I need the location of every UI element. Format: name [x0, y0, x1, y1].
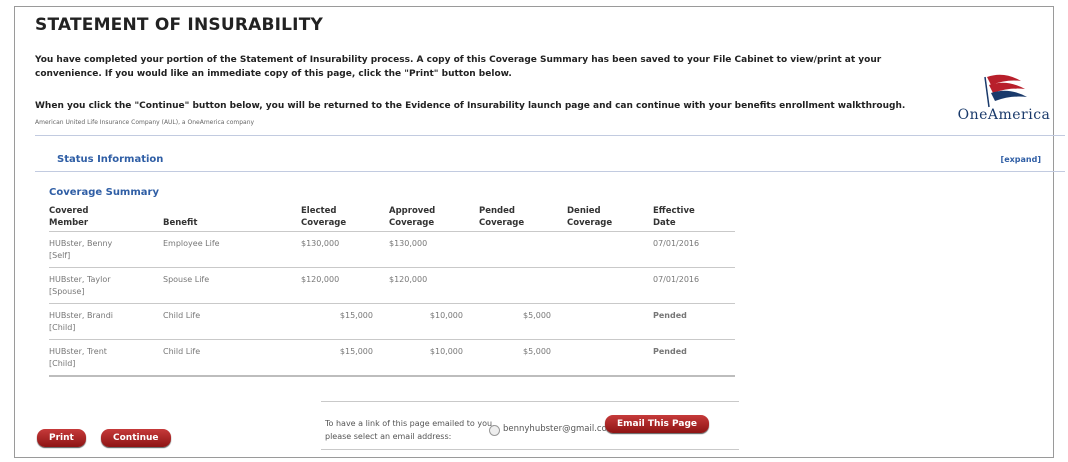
table-header-row: Covered Member Benefit Elected Coverage Ap… [49, 201, 735, 232]
print-button[interactable]: Print [37, 429, 86, 447]
header-denied-coverage: Denied Coverage [567, 201, 653, 232]
continue-info-text: When you click the "Continue" button bel… [35, 101, 906, 111]
header-approved-coverage: Approved Coverage [389, 201, 479, 232]
pended-cell [479, 267, 567, 304]
benefit-cell: Child Life [163, 303, 301, 340]
table-row: HUBster, Trent [Child] Child Life $15,000… [49, 339, 735, 377]
header-elected-coverage: Elected Coverage [301, 201, 389, 232]
member-cell: HUBster, Trent [Child] [49, 339, 163, 377]
table-row: HUBster, Brandi [Child] Child Life $15,00… [49, 303, 735, 340]
elected-cell: $15,000 [301, 339, 389, 377]
member-cell: HUBster, Taylor [Spouse] [49, 267, 163, 304]
company-note: American United Life Insurance Company (… [35, 119, 255, 126]
pended-cell [479, 231, 567, 268]
email-address-option[interactable]: bennyhubster@gmail.com [503, 424, 615, 434]
header-covered-member: Covered Member [49, 201, 163, 232]
denied-cell [567, 231, 653, 268]
effective-status-pended: Pended [653, 339, 735, 377]
header-effective-date: Effective Date [653, 201, 735, 232]
denied-cell [567, 303, 653, 340]
member-cell: HUBster, Brandi [Child] [49, 303, 163, 340]
expand-link[interactable]: [expand] [1001, 155, 1041, 164]
pended-cell: $5,000 [479, 339, 567, 377]
elected-cell: $15,000 [301, 303, 389, 340]
pended-cell: $5,000 [479, 303, 567, 340]
email-area-bottom-border [321, 449, 739, 450]
continue-button[interactable]: Continue [101, 429, 171, 447]
denied-cell [567, 267, 653, 304]
status-information-header: Status Information [57, 154, 164, 165]
elected-cell: $120,000 [301, 267, 389, 304]
effective-cell: 07/01/2016 [653, 267, 735, 304]
divider [35, 135, 1065, 136]
approved-cell: $130,000 [389, 231, 479, 268]
flag-icon [984, 74, 1027, 108]
email-this-page-button[interactable]: Email This Page [605, 415, 709, 433]
approved-cell: $10,000 [389, 339, 479, 377]
benefit-cell: Spouse Life [163, 267, 301, 304]
email-radio-button[interactable] [489, 425, 500, 436]
elected-cell: $130,000 [301, 231, 389, 268]
coverage-summary-title: Coverage Summary [49, 187, 159, 198]
page-title: STATEMENT OF INSURABILITY [35, 15, 324, 35]
content-frame: STATEMENT OF INSURABILITY You have compl… [14, 6, 1065, 458]
table-row: HUBster, Benny [Self] Employee Life $130,… [49, 231, 735, 268]
email-instructions: To have a link of this page emailed to y… [325, 419, 495, 441]
header-benefit: Benefit [163, 201, 301, 232]
header-pended-coverage: Pended Coverage [479, 201, 567, 232]
divider [35, 171, 1065, 172]
table-row: HUBster, Taylor [Spouse] Spouse Life $120… [49, 267, 735, 304]
approved-cell: $120,000 [389, 267, 479, 304]
email-area-top-border [321, 401, 739, 402]
effective-status-pended: Pended [653, 303, 735, 340]
benefit-cell: Employee Life [163, 231, 301, 268]
logo-text: OneAmerica [957, 107, 1051, 123]
benefit-cell: Child Life [163, 339, 301, 377]
intro-text: You have completed your portion of the S… [35, 55, 882, 79]
coverage-table: Covered Member Benefit Elected Coverage Ap… [49, 201, 735, 377]
member-cell: HUBster, Benny [Self] [49, 231, 163, 268]
oneamerica-logo: OneAmerica [949, 73, 1059, 135]
denied-cell [567, 339, 653, 377]
approved-cell: $10,000 [389, 303, 479, 340]
effective-cell: 07/01/2016 [653, 231, 735, 268]
